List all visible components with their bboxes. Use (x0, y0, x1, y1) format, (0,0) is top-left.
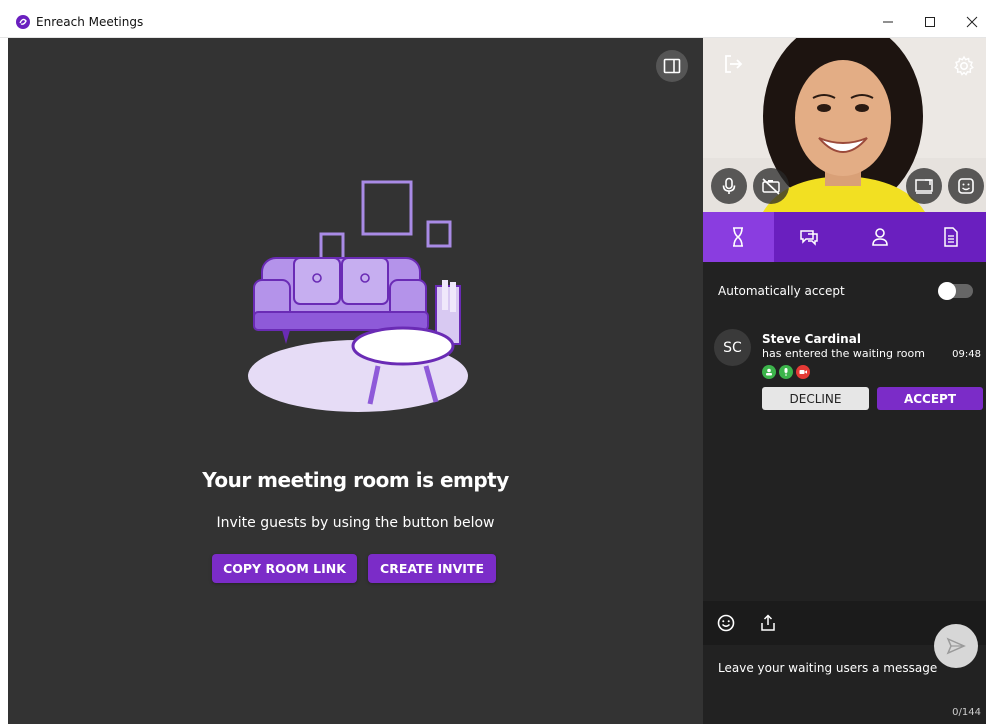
exit-icon (725, 55, 743, 73)
tab-participants[interactable] (845, 212, 916, 262)
title-bar: Enreach Meetings (0, 0, 986, 38)
upload-file-button[interactable] (756, 611, 780, 635)
camera-toggle-button[interactable] (753, 168, 789, 204)
microphone-icon (722, 177, 736, 194)
copy-room-link-button[interactable]: COPY ROOM LINK (212, 554, 357, 583)
avatar: SC (714, 329, 751, 366)
close-icon (966, 16, 978, 28)
screen-share-icon (915, 179, 933, 194)
minimize-button[interactable] (870, 8, 906, 36)
reactions-button[interactable] (948, 168, 984, 204)
document-icon (943, 227, 958, 247)
auto-accept-row: Automatically accept (718, 282, 973, 302)
side-panel-icon (663, 58, 681, 74)
sidebar: Automatically accept SC Steve Cardinal h… (703, 38, 986, 724)
guest-status: has entered the waiting room (762, 347, 925, 360)
character-counter: 0/144 (952, 707, 981, 718)
auto-accept-label: Automatically accept (718, 284, 845, 298)
camera-off-icon (762, 178, 780, 195)
microphone-button[interactable] (711, 168, 747, 204)
accept-button[interactable]: ACCEPT (877, 387, 983, 410)
person-icon (872, 228, 888, 246)
message-input[interactable]: Leave your waiting users a message (718, 661, 937, 675)
tab-documents[interactable] (915, 212, 986, 262)
toggle-knob (938, 282, 956, 300)
toggle-sidebar-button[interactable] (656, 50, 688, 82)
tab-waiting-room[interactable] (703, 212, 774, 262)
send-icon (946, 637, 966, 655)
meeting-stage: Your meeting room is empty Invite guests… (8, 38, 703, 724)
window-title: Enreach Meetings (36, 15, 144, 29)
create-invite-button[interactable]: CREATE INVITE (368, 554, 496, 583)
emoji-button[interactable] (714, 611, 738, 635)
waiting-guest-item: SC Steve Cardinal has entered the waitin… (713, 326, 983, 416)
app-window: Enreach Meetings Your meeting room is em… (0, 0, 986, 724)
sidebar-tabs (703, 212, 986, 262)
minimize-icon (883, 21, 893, 23)
empty-room-illustration (248, 180, 468, 412)
empty-room-subtitle: Invite guests by using the button below (216, 515, 495, 531)
upload-icon (761, 614, 775, 631)
maximize-icon (925, 17, 935, 27)
guest-device-status (762, 365, 810, 379)
hourglass-icon (733, 227, 744, 247)
enreach-logo-icon (16, 15, 30, 29)
maximize-button[interactable] (912, 8, 948, 36)
smiley-face-icon (958, 178, 974, 194)
camera-status-icon (796, 365, 810, 379)
guest-time: 09:48 (952, 349, 981, 360)
person-status-icon (762, 365, 776, 379)
decline-button[interactable]: DECLINE (762, 387, 869, 410)
share-screen-button[interactable] (906, 168, 942, 204)
send-button[interactable] (934, 624, 978, 668)
leave-meeting-button[interactable] (719, 50, 747, 78)
settings-button[interactable] (950, 52, 978, 80)
chat-icon (800, 230, 818, 246)
microphone-status-icon (779, 365, 793, 379)
guest-name: Steve Cardinal (762, 332, 861, 346)
self-video-preview (703, 38, 986, 212)
empty-room-title: Your meeting room is empty (202, 468, 509, 492)
gear-icon (954, 55, 974, 76)
tab-chat[interactable] (774, 212, 845, 262)
auto-accept-toggle[interactable] (938, 282, 973, 300)
emoji-icon (717, 614, 735, 632)
close-button[interactable] (954, 8, 986, 36)
